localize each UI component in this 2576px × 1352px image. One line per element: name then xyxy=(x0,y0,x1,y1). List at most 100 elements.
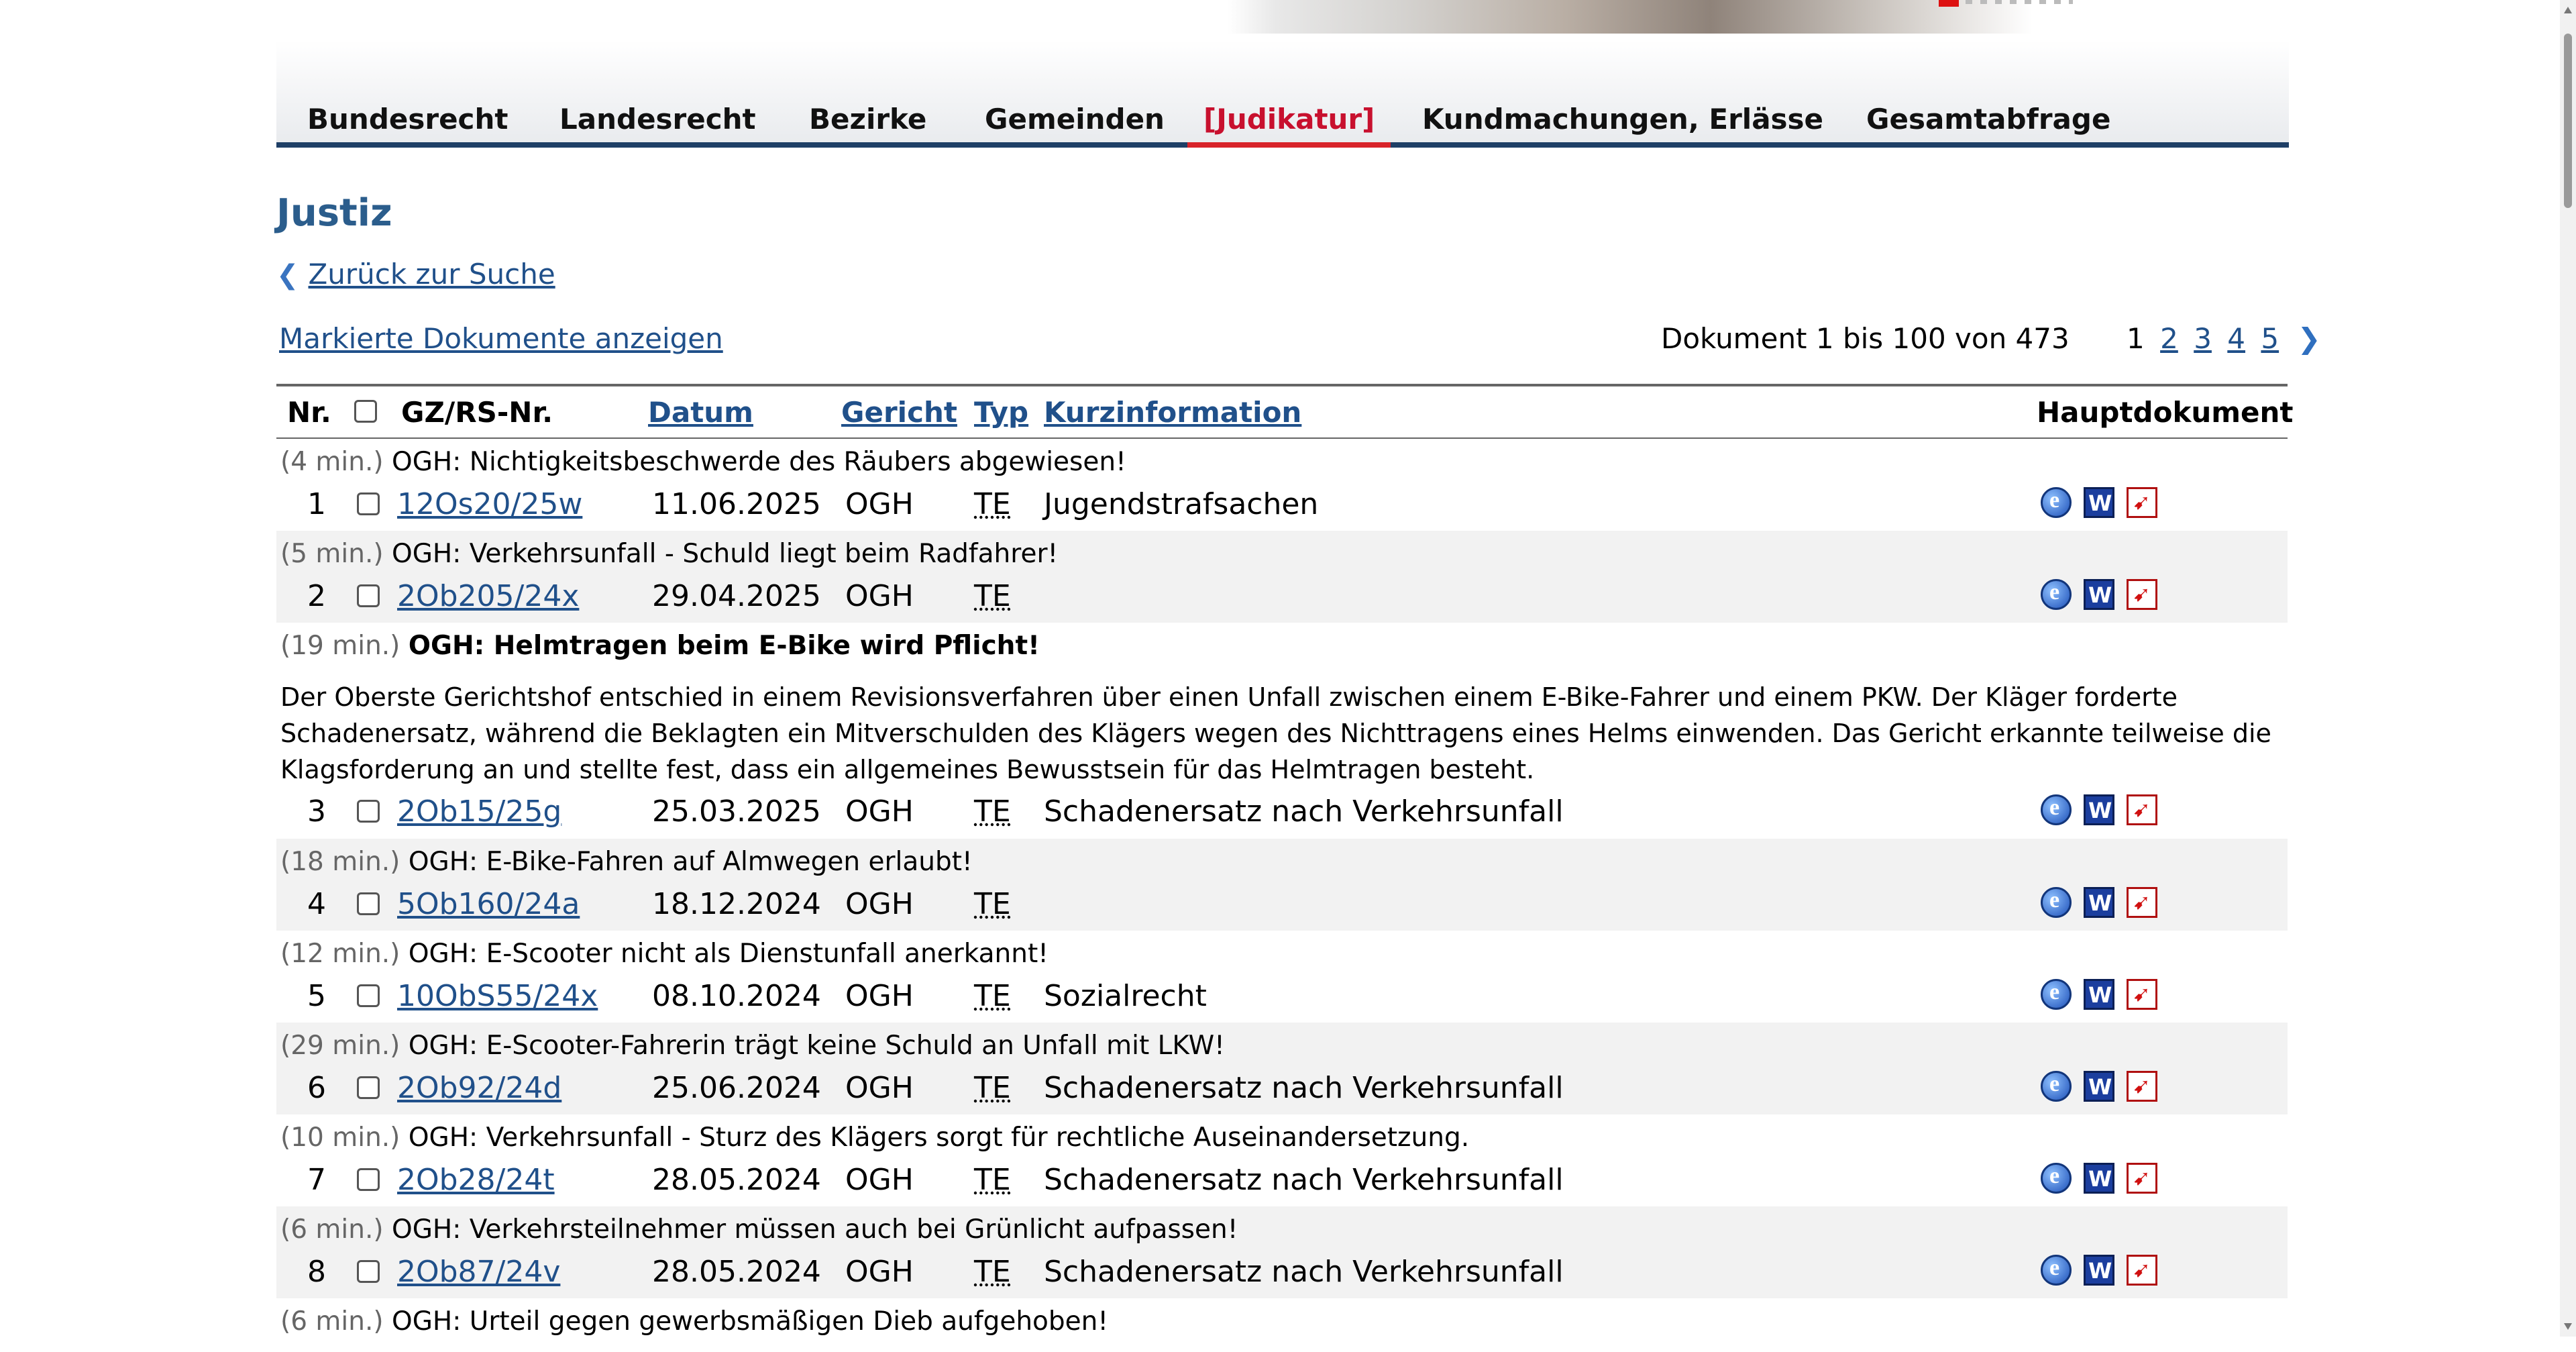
html-document-icon[interactable] xyxy=(2041,579,2072,610)
html-document-icon[interactable] xyxy=(2041,794,2072,825)
pdf-document-icon[interactable] xyxy=(2127,979,2157,1010)
nav-tab-landesrecht[interactable]: Landesrecht xyxy=(559,97,756,142)
main-document-links xyxy=(2041,979,2157,1010)
html-document-icon[interactable] xyxy=(2041,979,2072,1010)
vertical-scrollbar[interactable] xyxy=(2560,0,2576,1337)
row-number: 1 xyxy=(307,487,326,521)
pdf-document-icon[interactable] xyxy=(2127,794,2157,825)
date-cell: 25.03.2025 xyxy=(652,794,821,829)
summary-text: OGH: Verkehrsteilnehmer müssen auch bei … xyxy=(392,1214,1238,1245)
gz-link[interactable]: 2Ob87/24v xyxy=(397,1255,560,1289)
gz-link[interactable]: 2Ob92/24d xyxy=(397,1071,561,1105)
court-cell: OGH xyxy=(845,487,914,521)
nav-tab-gemeinden[interactable]: Gemeinden xyxy=(985,97,1165,142)
gz-link[interactable]: 5Ob160/24a xyxy=(397,887,580,921)
reading-time: (19 min.) xyxy=(280,631,400,661)
row-checkbox[interactable] xyxy=(357,800,380,823)
scroll-up-arrow-icon[interactable] xyxy=(2564,7,2572,13)
row-summary: (10 min.) OGH: Verkehrsunfall - Sturz de… xyxy=(280,1123,1469,1153)
nav-tab-kundmachungen[interactable]: Kundmachungen, Erlässe xyxy=(1422,97,1823,142)
word-document-icon[interactable] xyxy=(2084,1255,2114,1286)
row-checkbox[interactable] xyxy=(357,892,380,915)
html-document-icon[interactable] xyxy=(2041,487,2072,518)
page-link-2[interactable]: 2 xyxy=(2160,322,2178,355)
html-document-icon[interactable] xyxy=(2041,1255,2072,1286)
court-cell: OGH xyxy=(845,579,914,613)
nav-tab-bezirke[interactable]: Bezirke xyxy=(809,97,926,142)
row-number: 6 xyxy=(307,1071,326,1105)
scroll-down-arrow-icon[interactable] xyxy=(2564,1323,2572,1330)
gz-link[interactable]: 2Ob205/24x xyxy=(397,579,579,613)
summary-text: OGH: Urteil gegen gewerbsmäßigen Dieb au… xyxy=(392,1306,1109,1337)
col-kurzinfo-sort[interactable]: Kurzinformation xyxy=(1044,396,1301,429)
nav-tab-gesamtabfrage[interactable]: Gesamtabfrage xyxy=(1866,97,2110,142)
pdf-document-icon[interactable] xyxy=(2127,487,2157,518)
col-gericht-sort[interactable]: Gericht xyxy=(841,396,957,429)
html-document-icon[interactable] xyxy=(2041,1163,2072,1194)
court-cell: OGH xyxy=(845,794,914,829)
court-cell: OGH xyxy=(845,1163,914,1197)
pdf-document-icon[interactable] xyxy=(2127,1071,2157,1102)
page-link-4[interactable]: 4 xyxy=(2227,322,2245,355)
summary-text: OGH: Helmtragen beim E-Bike wird Pflicht… xyxy=(408,631,1040,661)
pdf-document-icon[interactable] xyxy=(2127,1163,2157,1194)
word-document-icon[interactable] xyxy=(2084,487,2114,518)
short-info-cell: Jugendstrafsachen xyxy=(1044,487,1319,521)
gz-link[interactable]: 2Ob15/25g xyxy=(397,794,561,829)
type-cell: TE xyxy=(974,579,1011,613)
chevron-right-icon[interactable]: ❯ xyxy=(2297,322,2320,355)
word-document-icon[interactable] xyxy=(2084,979,2114,1010)
short-info-cell: Schadenersatz nach Verkehrsunfall xyxy=(1044,1163,1564,1197)
short-info-cell: Schadenersatz nach Verkehrsunfall xyxy=(1044,794,1564,829)
banner-accent xyxy=(1939,0,1959,7)
word-document-icon[interactable] xyxy=(2084,579,2114,610)
row-checkbox[interactable] xyxy=(357,492,380,515)
court-cell: OGH xyxy=(845,1071,914,1105)
row-number: 4 xyxy=(307,887,326,921)
gz-link[interactable]: 2Ob28/24t xyxy=(397,1163,555,1197)
type-cell: TE xyxy=(974,1071,1011,1105)
row-checkbox[interactable] xyxy=(357,1076,380,1099)
chevron-left-icon: ❮ xyxy=(276,260,299,291)
col-datum-sort[interactable]: Datum xyxy=(648,396,753,429)
row-checkbox[interactable] xyxy=(357,584,380,607)
show-marked-documents-link[interactable]: Markierte Dokumente anzeigen xyxy=(279,322,723,355)
select-all-checkbox[interactable] xyxy=(354,400,377,423)
back-link-label[interactable]: Zurück zur Suche xyxy=(309,258,555,291)
row-checkbox[interactable] xyxy=(357,1168,380,1191)
type-cell: TE xyxy=(974,1163,1011,1197)
table-row: (19 min.) OGH: Helmtragen beim E-Bike wi… xyxy=(276,623,2288,839)
word-document-icon[interactable] xyxy=(2084,794,2114,825)
pdf-document-icon[interactable] xyxy=(2127,1255,2157,1286)
table-header: Nr. GZ/RS-Nr. Datum Gericht Typ Kurzinfo… xyxy=(276,384,2294,439)
word-document-icon[interactable] xyxy=(2084,1071,2114,1102)
gz-link[interactable]: 10ObS55/24x xyxy=(397,979,598,1013)
page-link-3[interactable]: 3 xyxy=(2194,322,2212,355)
nav-tab-bundesrecht[interactable]: Bundesrecht xyxy=(307,97,508,142)
pdf-document-icon[interactable] xyxy=(2127,579,2157,610)
table-row: (10 min.) OGH: Verkehrsunfall - Sturz de… xyxy=(276,1114,2288,1206)
page-link-5[interactable]: 5 xyxy=(2261,322,2279,355)
row-number: 3 xyxy=(307,794,326,829)
pdf-document-icon[interactable] xyxy=(2127,887,2157,918)
back-to-search-link[interactable]: ❮ Zurück zur Suche xyxy=(276,258,555,291)
col-typ-sort[interactable]: Typ xyxy=(974,396,1028,429)
html-document-icon[interactable] xyxy=(2041,887,2072,918)
gz-link[interactable]: 12Os20/25w xyxy=(397,487,582,521)
row-summary: (29 min.) OGH: E-Scooter-Fahrerin trägt … xyxy=(280,1031,1225,1061)
document-range-text: Dokument 1 bis 100 von 473 xyxy=(1661,322,2070,355)
word-document-icon[interactable] xyxy=(2084,887,2114,918)
type-cell: TE xyxy=(974,1255,1011,1289)
page-current: 1 xyxy=(2127,322,2145,355)
short-info-cell: Schadenersatz nach Verkehrsunfall xyxy=(1044,1255,1564,1289)
html-document-icon[interactable] xyxy=(2041,1071,2072,1102)
word-document-icon[interactable] xyxy=(2084,1163,2114,1194)
reading-time: (6 min.) xyxy=(280,1214,384,1245)
nav-tab-judikatur[interactable]: [Judikatur] xyxy=(1187,97,1391,148)
summary-text: OGH: E-Scooter-Fahrerin trägt keine Schu… xyxy=(408,1031,1225,1061)
row-checkbox[interactable] xyxy=(357,1260,380,1283)
main-document-links xyxy=(2041,1255,2157,1286)
scrollbar-thumb[interactable] xyxy=(2564,34,2572,208)
row-checkbox[interactable] xyxy=(357,984,380,1007)
row-summary: (12 min.) OGH: E-Scooter nicht als Diens… xyxy=(280,939,1049,969)
